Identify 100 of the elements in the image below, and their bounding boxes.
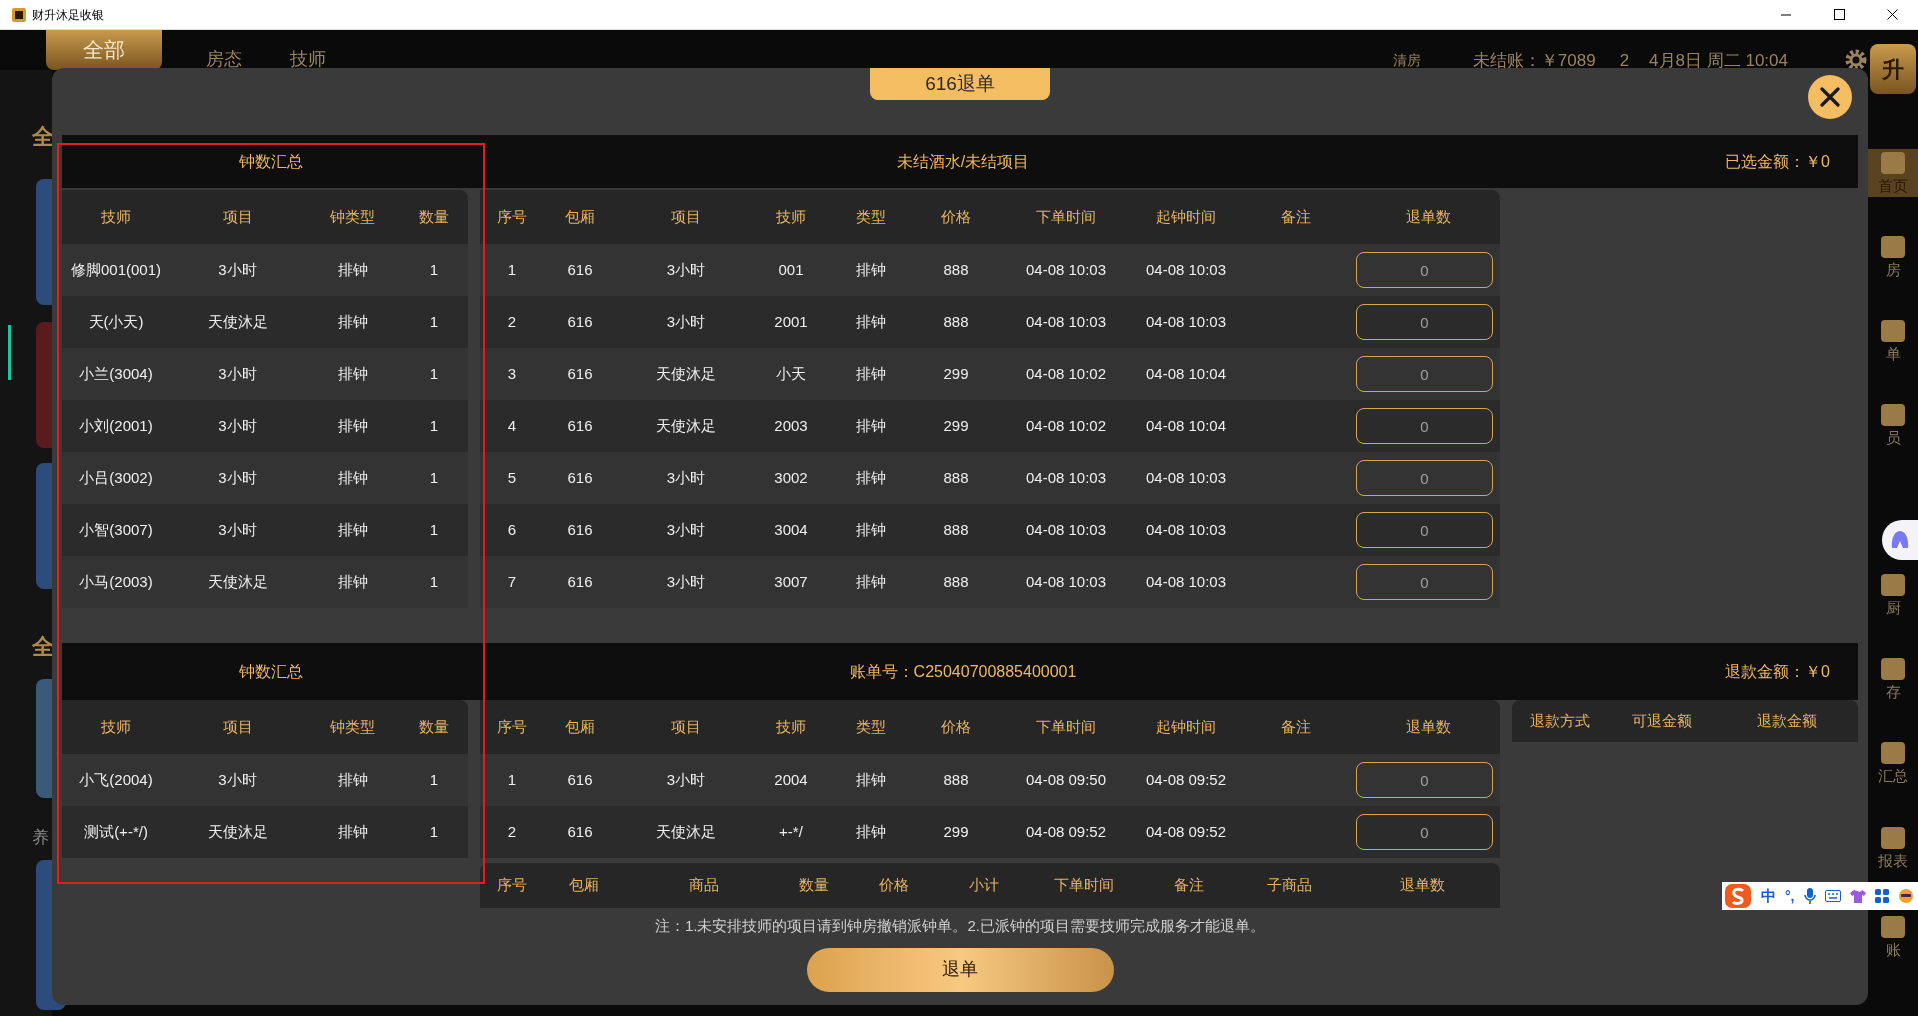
side-nav-item[interactable]: 存 bbox=[1868, 655, 1918, 703]
side-nav-item[interactable]: 员 bbox=[1868, 401, 1918, 449]
table-cell-text: 小飞(2004) bbox=[78, 769, 154, 790]
window-title: 财升沐足收银 bbox=[32, 6, 104, 24]
microphone-icon[interactable] bbox=[1803, 888, 1816, 904]
side-nav-item[interactable]: 汇总 bbox=[1868, 739, 1918, 787]
ime-logo-icon[interactable] bbox=[1724, 883, 1752, 909]
table-cell-text: 04-08 10:02 bbox=[1024, 415, 1108, 436]
table-cell-text: 排钟 bbox=[336, 467, 369, 488]
table-cell-text: 1 bbox=[428, 363, 440, 384]
table-cell-text: 6 bbox=[506, 519, 518, 540]
refund-quantity-field[interactable]: 0 bbox=[1356, 512, 1493, 548]
date-time: 4月8日 周二 10:04 bbox=[1649, 50, 1788, 72]
refund-quantity-field[interactable]: 0 bbox=[1356, 408, 1493, 444]
table-cell-text: 616 bbox=[566, 363, 594, 384]
table-cell-text: 04-08 10:03 bbox=[1144, 467, 1228, 488]
table-cell-text: 888 bbox=[942, 769, 970, 790]
table-cell-text: 天使沐足 bbox=[655, 821, 717, 842]
mascot-icon[interactable] bbox=[1897, 888, 1914, 904]
nav-tab[interactable]: 全部 bbox=[46, 30, 162, 70]
section-title: 未结酒水/未结项目 bbox=[896, 151, 1030, 172]
section-title: 钟数汇总 bbox=[239, 151, 303, 172]
shirt-icon[interactable] bbox=[1849, 888, 1866, 904]
table-cell-text: 天(小天) bbox=[87, 311, 145, 332]
menu-item-icon bbox=[1879, 402, 1907, 428]
table-cell-text: 小吕(3002) bbox=[78, 467, 154, 488]
column-header: 备注 bbox=[1173, 875, 1205, 896]
punctuation-toggle[interactable]: °, bbox=[1785, 885, 1795, 907]
refund-quantity-field[interactable]: 0 bbox=[1356, 564, 1493, 600]
refund-button[interactable]: 退单 bbox=[806, 947, 1114, 992]
table-cell-text: 1 bbox=[506, 259, 518, 280]
table-cell-text: 2001 bbox=[773, 311, 809, 332]
table-cell-text: 04-08 10:03 bbox=[1024, 259, 1108, 280]
table-cell-text: 888 bbox=[942, 467, 970, 488]
table-cell-text: 616 bbox=[566, 571, 594, 592]
close-button[interactable] bbox=[1808, 75, 1852, 119]
table-cell-text: 7 bbox=[506, 571, 518, 592]
column-header: 包厢 bbox=[564, 716, 596, 737]
settings-icon[interactable] bbox=[1844, 48, 1868, 72]
refund-quantity-field[interactable]: 0 bbox=[1356, 356, 1493, 392]
table-cell-text: 04-08 10:03 bbox=[1024, 311, 1108, 332]
table-cell-text: 排钟 bbox=[855, 769, 887, 790]
table-cell-text: 04-08 10:03 bbox=[1144, 519, 1228, 540]
refund-quantity-field[interactable]: 0 bbox=[1356, 460, 1493, 496]
table-cell-text: 3小时 bbox=[665, 571, 707, 592]
ime-mode[interactable]: 中 bbox=[1761, 884, 1776, 908]
maximize-icon[interactable] bbox=[1834, 9, 1845, 20]
table-cell-text: 排钟 bbox=[855, 363, 887, 384]
table-cell-text: 3小时 bbox=[665, 467, 707, 488]
close-icon[interactable] bbox=[1887, 9, 1898, 20]
table-cell-text: 天使沐足 bbox=[655, 363, 717, 384]
table-cell-text: 04-08 10:03 bbox=[1144, 311, 1228, 332]
column-header: 序号 bbox=[496, 206, 528, 227]
column-header: 可退金额 bbox=[1631, 710, 1693, 731]
table-cell-text: 616 bbox=[566, 769, 594, 790]
unpaid-total: 未结账：￥7089 bbox=[1472, 50, 1596, 72]
table-cell-text: 排钟 bbox=[855, 311, 887, 332]
refund-quantity-field[interactable]: 0 bbox=[1356, 252, 1493, 288]
side-nav-item[interactable]: 厨 bbox=[1868, 571, 1918, 619]
table-cell-text: 天使沐足 bbox=[655, 415, 717, 436]
table-cell-text: 616 bbox=[566, 821, 594, 842]
table-cell-text: 排钟 bbox=[855, 821, 887, 842]
column-header: 数量 bbox=[798, 875, 830, 896]
keyboard-icon[interactable] bbox=[1824, 890, 1841, 902]
table-cell-text: 1 bbox=[428, 467, 440, 488]
table-cell-text: 天使沐足 bbox=[206, 571, 269, 592]
table-cell-text: 3小时 bbox=[217, 415, 258, 436]
table-cell-text: 排钟 bbox=[336, 821, 369, 842]
table-cell-text: 3小时 bbox=[665, 769, 707, 790]
table-cell-text: 排钟 bbox=[336, 571, 369, 592]
table-cell-text: 1 bbox=[428, 821, 440, 842]
nav-tab[interactable]: 技师 bbox=[286, 30, 330, 70]
note-text: 注：1.未安排技师的项目请到钟房撤销派钟单。2.已派钟的项目需要技师完成服务才能退单。 bbox=[655, 916, 1265, 936]
column-header: 小计 bbox=[968, 875, 1000, 896]
table-cell-text: 3小时 bbox=[217, 769, 258, 790]
column-header: 数量 bbox=[418, 716, 450, 737]
refund-quantity-field[interactable]: 0 bbox=[1356, 762, 1493, 798]
table-cell-text: 3小时 bbox=[665, 311, 707, 332]
refund-quantity-field[interactable]: 0 bbox=[1356, 814, 1493, 850]
side-nav-item[interactable]: 房 bbox=[1868, 233, 1918, 281]
table-cell-text: 616 bbox=[566, 415, 594, 436]
table-cell-text: 排钟 bbox=[336, 769, 369, 790]
side-nav-item[interactable]: 报表 bbox=[1868, 824, 1918, 872]
table-cell-text: 04-08 10:04 bbox=[1144, 363, 1228, 384]
grid-icon[interactable] bbox=[1874, 889, 1889, 903]
side-nav-item[interactable]: 单 bbox=[1868, 317, 1918, 365]
table-cell-text: 3007 bbox=[773, 571, 809, 592]
table-cell-text: 04-08 10:03 bbox=[1024, 571, 1108, 592]
assistant-button[interactable] bbox=[1882, 520, 1918, 560]
table-cell-text: 616 bbox=[566, 519, 594, 540]
table-cell-text: 2004 bbox=[773, 769, 809, 790]
table-cell-text: 04-08 09:52 bbox=[1144, 769, 1228, 790]
column-header: 项目 bbox=[221, 206, 254, 227]
side-nav-item[interactable]: 账 bbox=[1868, 913, 1918, 961]
table-cell-text: 616 bbox=[566, 467, 594, 488]
clean-room-link[interactable]: 清房 bbox=[1392, 30, 1421, 71]
nav-tab[interactable]: 房态 bbox=[202, 30, 246, 70]
bill-number: 账单号：C25040700885400001 bbox=[849, 661, 1077, 682]
table-cell-text: 04-08 10:03 bbox=[1144, 571, 1228, 592]
refund-quantity-field[interactable]: 0 bbox=[1356, 304, 1493, 340]
